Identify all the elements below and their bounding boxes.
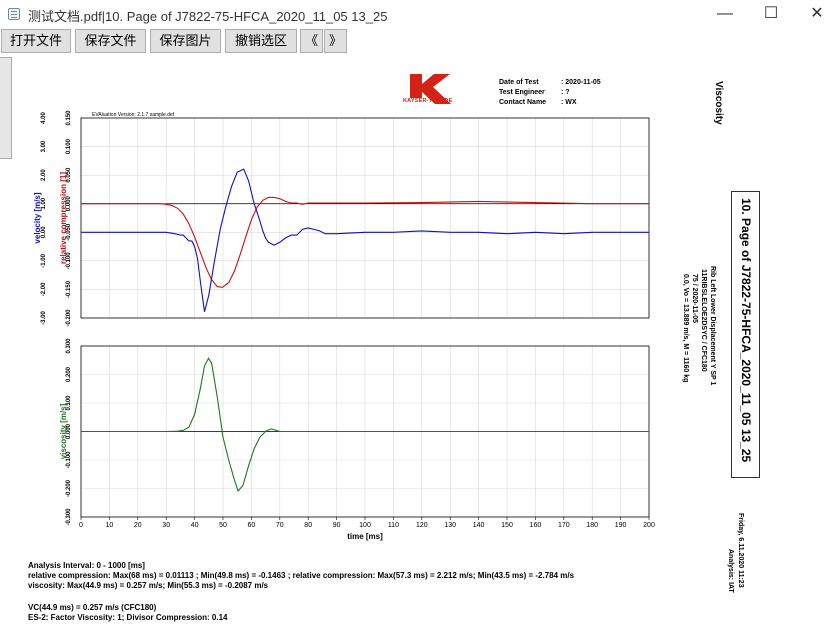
y-tick-label: 4.00: [41, 112, 47, 124]
vc-result: VC(44.9 ms) = 0.257 m/s (CFC180): [28, 603, 157, 612]
x-tick-label: 100: [359, 522, 371, 529]
x-tick-label: 170: [558, 522, 570, 529]
x-tick-label: 50: [219, 522, 227, 529]
y-tick-label: 0.200: [66, 366, 72, 382]
y-tick-label: 0.100: [66, 138, 72, 154]
es2-settings: ES-2: Factor Viscosity: 1; Divisor Compr…: [28, 613, 228, 622]
x-tick-label: 60: [248, 522, 256, 529]
y-tick-label: -1.00: [41, 253, 47, 267]
x-tick-label: 0: [79, 522, 83, 529]
y-tick-label: -0.300: [66, 508, 72, 526]
y-tick-label: -0.200: [66, 309, 72, 327]
evaluation-version: EVAluation Version: 2.1.7 sample.def: [92, 112, 175, 118]
x-tick-label: 130: [444, 522, 456, 529]
y-tick-label: -0.150: [66, 280, 72, 298]
x-tick-label: 150: [501, 522, 513, 529]
x-tick-label: 140: [473, 522, 485, 529]
summary-line-1: relative compression: Max(68 ms) = 0.011…: [28, 571, 575, 580]
y-tick-label: -2.00: [41, 282, 47, 296]
y-axis-label: viscosity [m/s]: [59, 403, 68, 459]
x-tick-label: 110: [388, 522, 399, 529]
y-tick-label: 2.00: [41, 169, 47, 181]
y-axis-label: relative compression [1]: [59, 172, 68, 264]
x-tick-label: 20: [134, 522, 142, 529]
x-tick-label: 200: [643, 522, 655, 529]
x-tick-label: 120: [416, 522, 428, 529]
summary-line-2: viscosity: Max(44.9 ms) = 0.257 m/s; Min…: [28, 581, 269, 590]
y-tick-label: 0.300: [66, 338, 72, 354]
x-tick-label: 190: [615, 522, 627, 529]
analysis-interval: Analysis Interval: 0 - 1000 [ms]: [28, 561, 145, 570]
x-axis-label: time [ms]: [347, 532, 383, 541]
x-tick-label: 90: [333, 522, 341, 529]
x-tick-label: 180: [586, 522, 598, 529]
x-tick-label: 40: [191, 522, 199, 529]
y-tick-label: 0.150: [66, 110, 72, 126]
y-tick-label: -0.200: [66, 479, 72, 497]
y-axis-label: velocity [m/s]: [33, 192, 42, 243]
x-tick-label: 70: [276, 522, 284, 529]
y-tick-label: -3.00: [41, 311, 47, 325]
x-tick-label: 160: [530, 522, 542, 529]
x-tick-label: 30: [162, 522, 170, 529]
y-tick-label: 3.00: [41, 140, 47, 152]
x-tick-label: 80: [304, 522, 312, 529]
charts-svg: EVAluation Version: 2.1.7 sample.def -3.…: [33, 110, 655, 541]
x-tick-label: 10: [106, 522, 114, 529]
